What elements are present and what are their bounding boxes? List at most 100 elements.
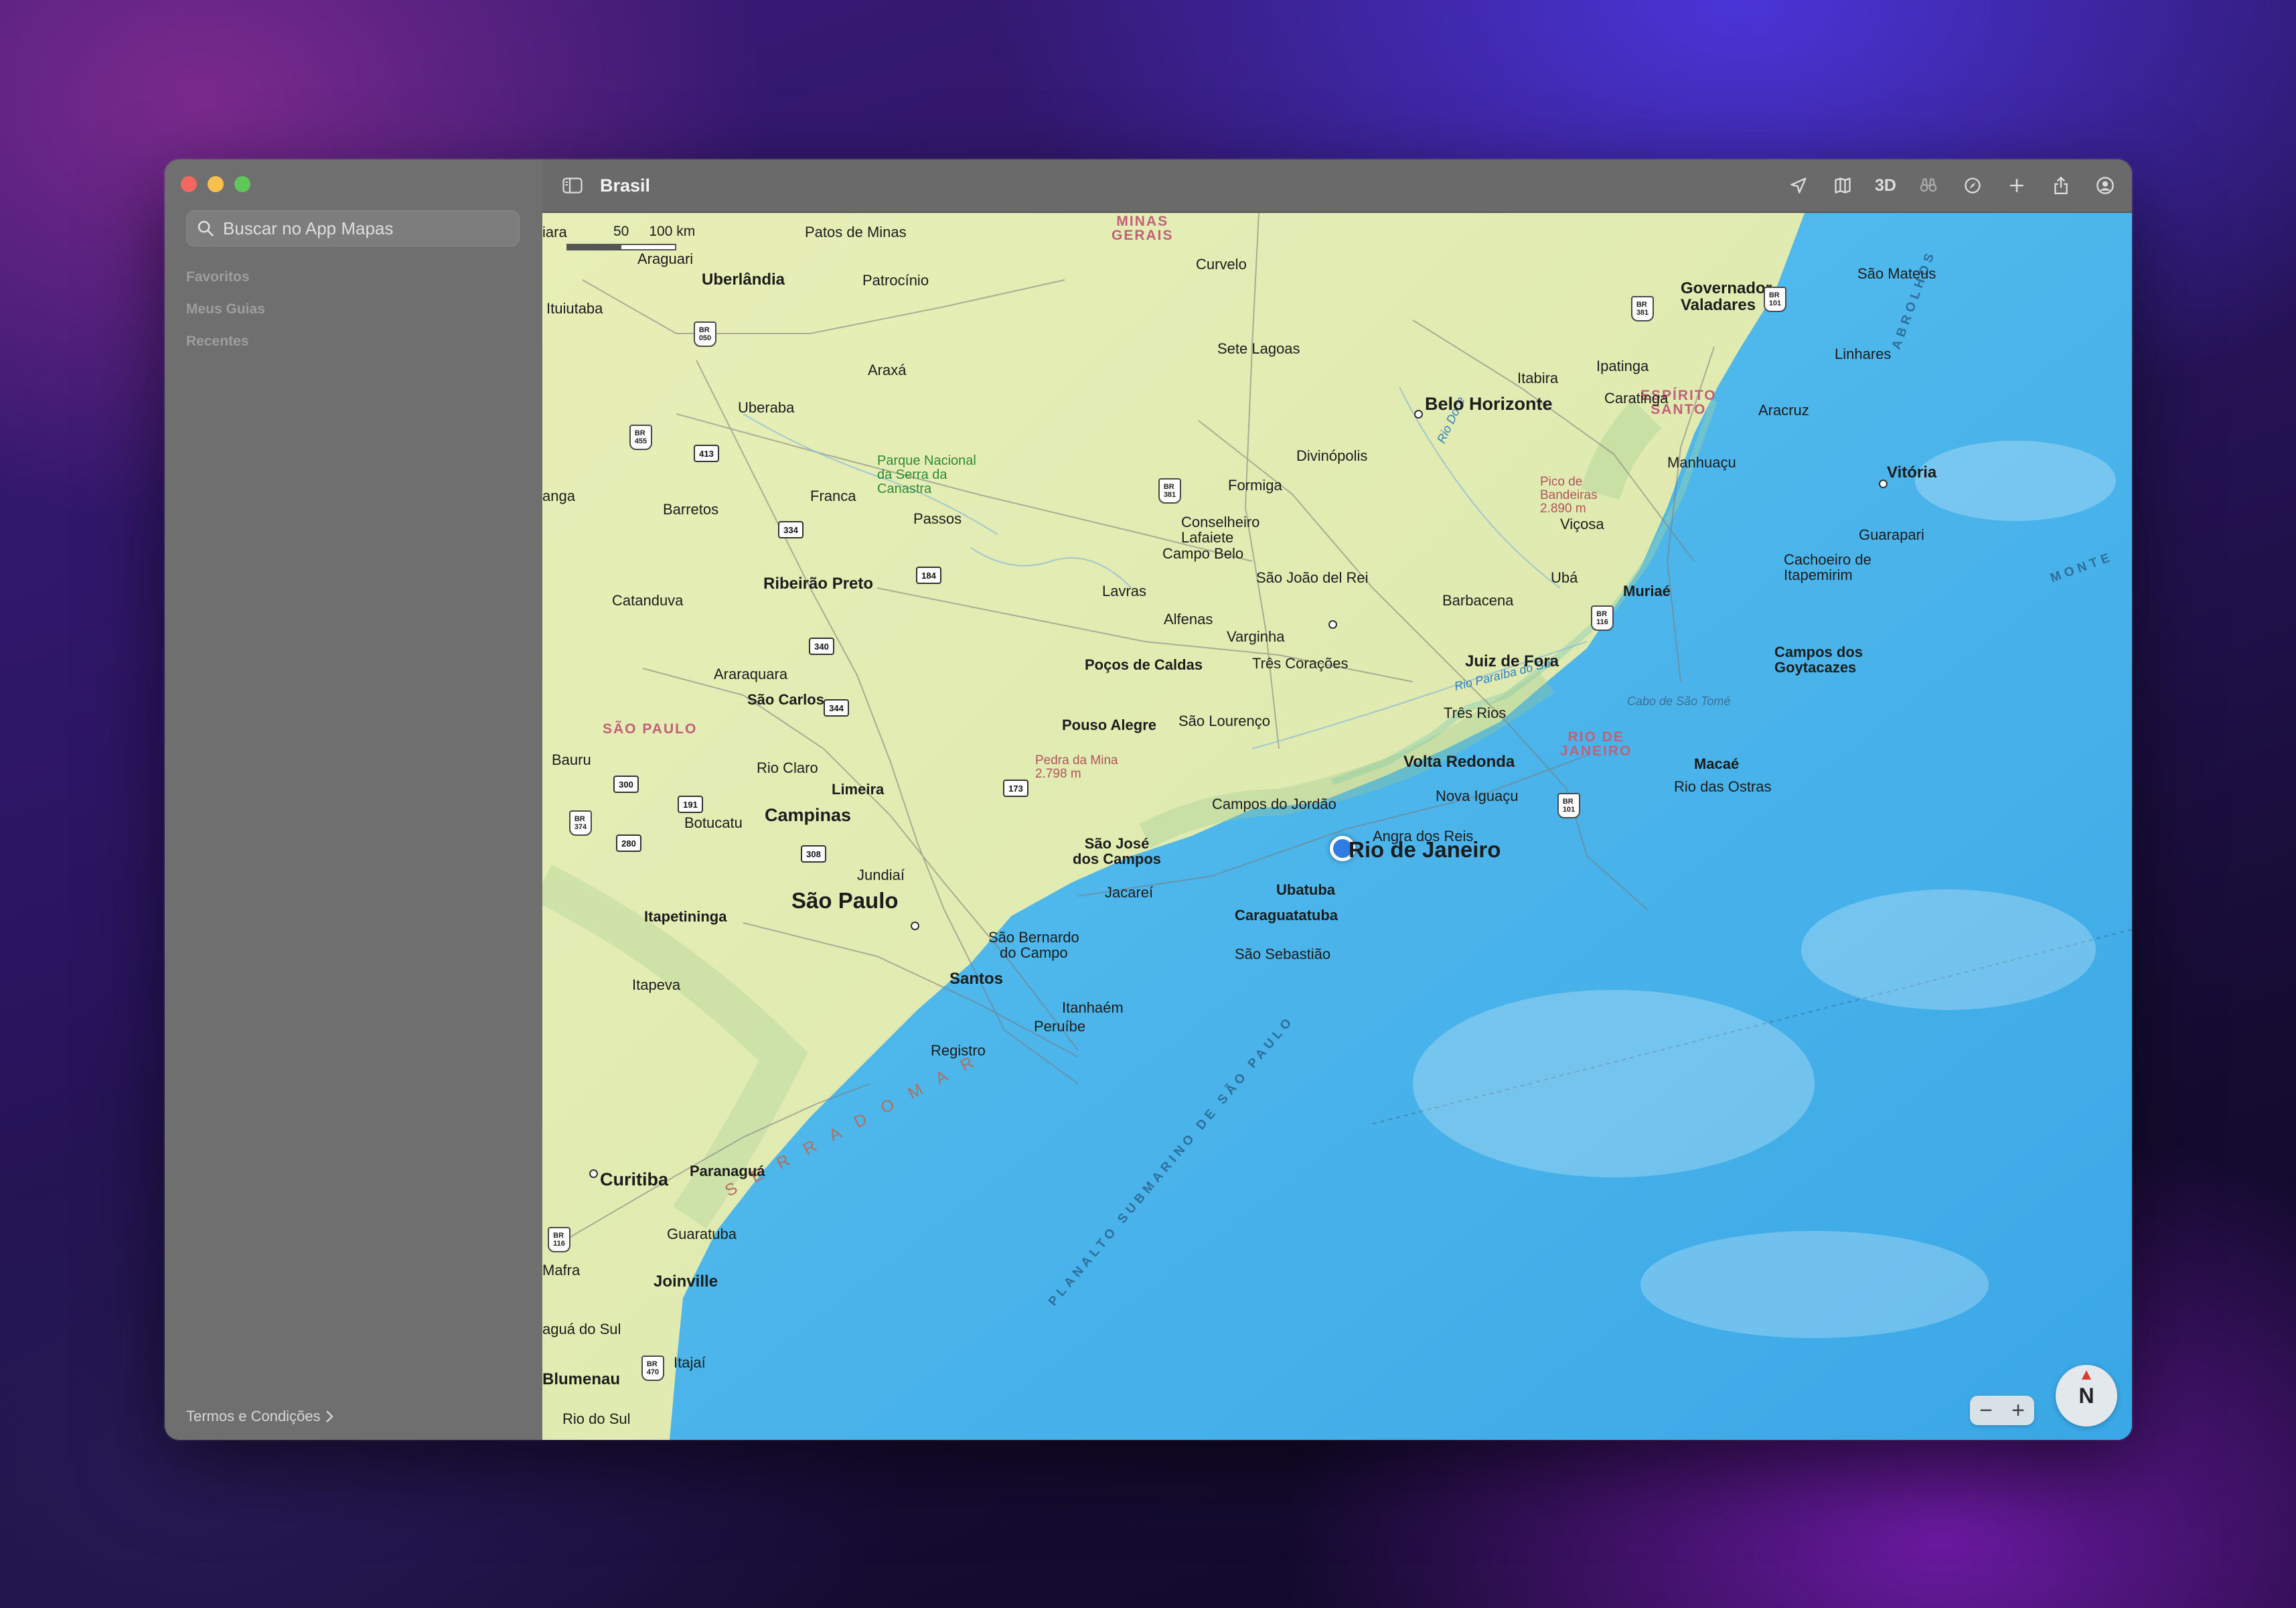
city-label-guarapari[interactable]: Guarapari — [1859, 528, 1924, 542]
city-label-araxa[interactable]: Araxá — [868, 363, 906, 378]
city-label-blumenau[interactable]: Blumenau — [542, 1372, 620, 1388]
city-label-alfenas[interactable]: Alfenas — [1164, 612, 1213, 627]
city-label-linhares[interactable]: Linhares — [1835, 347, 1891, 362]
city-label-barbacena[interactable]: Barbacena — [1442, 593, 1513, 608]
city-label-lafaiete[interactable]: Conselheiro Lafaiete — [1181, 514, 1259, 545]
city-label-sao-mateus[interactable]: São Mateus — [1857, 267, 1936, 281]
city-label-uberaba[interactable]: Uberaba — [738, 400, 794, 415]
city-label-sjdr[interactable]: São João del Rei — [1256, 571, 1369, 585]
city-label-ubatuba[interactable]: Ubatuba — [1276, 883, 1335, 897]
city-label-itajai[interactable]: Itajaí — [674, 1356, 706, 1370]
city-label-botucatu[interactable]: Botucatu — [684, 816, 743, 830]
city-label-tres-coracoes[interactable]: Três Corações — [1252, 656, 1348, 671]
city-label-sbc[interactable]: São Bernardo do Campo — [988, 930, 1079, 960]
share-button[interactable] — [2049, 173, 2073, 198]
look-around-button[interactable] — [1916, 173, 1940, 198]
city-label-uba[interactable]: Ubá — [1551, 571, 1578, 585]
map-view[interactable]: 50 100 km MINAS GERAIS SÃO PAULO ESPÍRIT… — [542, 213, 2132, 1440]
3d-button[interactable]: 3D — [1875, 173, 1896, 198]
city-label-sjc[interactable]: São José dos Campos — [1073, 836, 1161, 867]
city-label-manhuacu[interactable]: Manhuaçu — [1667, 455, 1736, 470]
tracking-button[interactable] — [1961, 173, 1985, 198]
terms-link[interactable]: Termos e Condições — [186, 1408, 334, 1425]
city-label-gov-valadares[interactable]: Governador Valadares — [1681, 280, 1772, 314]
city-label-guaratuba[interactable]: Guaratuba — [667, 1227, 737, 1242]
city-label-campinas[interactable]: Campinas — [765, 806, 851, 824]
city-label-belo-horizonte[interactable]: Belo Horizonte — [1425, 395, 1553, 413]
sidebar-toggle-button[interactable] — [561, 174, 584, 197]
account-button[interactable] — [2093, 173, 2117, 198]
city-label-jaragua[interactable]: aguá do Sul — [542, 1322, 621, 1337]
city-label-aracruz[interactable]: Aracruz — [1758, 403, 1809, 418]
city-label-angra[interactable]: Angra dos Reis — [1373, 829, 1473, 844]
city-label-juiz[interactable]: Juiz de Fora — [1465, 654, 1559, 670]
city-label-bauru[interactable]: Bauru — [552, 753, 591, 768]
city-label-joinville[interactable]: Joinville — [654, 1274, 718, 1290]
zoom-out-button[interactable]: − — [1979, 1398, 1993, 1424]
search-field[interactable] — [186, 210, 520, 246]
city-label-caraguatatuba[interactable]: Caraguatatuba — [1235, 908, 1338, 923]
location-arrow-button[interactable] — [1786, 173, 1811, 198]
city-label-muriae[interactable]: Muriaé — [1623, 584, 1671, 599]
city-label-divinopolis[interactable]: Divinópolis — [1296, 449, 1367, 463]
city-label-uberlandia[interactable]: Uberlândia — [702, 272, 785, 288]
city-label-catanduva[interactable]: Catanduva — [612, 593, 683, 608]
city-label-varginha[interactable]: Varginha — [1227, 630, 1284, 644]
city-label-itapetininga[interactable]: Itapetininga — [644, 909, 726, 924]
city-label-cachoeiro[interactable]: Cachoeiro de Itapemirim — [1784, 552, 1871, 583]
city-label-ribeirao[interactable]: Ribeirão Preto — [763, 576, 873, 592]
city-label-vicosa[interactable]: Viçosa — [1560, 517, 1604, 532]
sidebar-section-recents[interactable]: Recentes — [186, 334, 248, 350]
add-button[interactable] — [2005, 173, 2029, 198]
city-label-jundiai[interactable]: Jundiaí — [857, 868, 905, 883]
zoom-in-button[interactable]: + — [2011, 1398, 2025, 1424]
city-label-campos-jordao[interactable]: Campos do Jordão — [1212, 797, 1336, 812]
city-label-itabira[interactable]: Itabira — [1517, 371, 1558, 386]
city-label-lavras[interactable]: Lavras — [1102, 584, 1146, 599]
city-label-curitiba[interactable]: Curitiba — [600, 1171, 668, 1189]
close-window-button[interactable] — [181, 176, 197, 192]
minimize-window-button[interactable] — [208, 176, 224, 192]
city-label-ituiutaba[interactable]: Ituiutaba — [546, 301, 603, 316]
city-label-rio-do-sul[interactable]: Rio do Sul — [562, 1412, 631, 1427]
city-label-caratinga[interactable]: Caratinga — [1604, 391, 1668, 406]
city-label-rio-claro[interactable]: Rio Claro — [757, 761, 818, 776]
city-label-santos[interactable]: Santos — [949, 971, 1003, 987]
sidebar-section-guides[interactable]: Meus Guias — [186, 301, 265, 317]
city-label-mafra[interactable]: Mafra — [542, 1263, 580, 1278]
city-label-paranagua[interactable]: Paranaguá — [690, 1164, 765, 1179]
city-label-rio-ostras[interactable]: Rio das Ostras — [1674, 780, 1772, 794]
city-label-pouso-alegre[interactable]: Pouso Alegre — [1062, 718, 1156, 733]
city-label-jacarei[interactable]: Jacareí — [1105, 885, 1153, 900]
city-label-limeira[interactable]: Limeira — [832, 782, 884, 797]
city-label-anga[interactable]: anga — [542, 489, 575, 504]
city-label-patrocinio[interactable]: Patrocínio — [862, 273, 929, 288]
city-label-itanhaem[interactable]: Itanhaém — [1062, 1001, 1124, 1015]
city-label-iara[interactable]: iara — [542, 225, 567, 240]
city-label-campos[interactable]: Campos dos Goytacazes — [1774, 644, 1863, 675]
city-label-itapeva[interactable]: Itapeva — [632, 978, 680, 993]
city-label-tres-rios[interactable]: Três Rios — [1444, 706, 1506, 721]
city-label-patos[interactable]: Patos de Minas — [805, 225, 907, 240]
city-label-formiga[interactable]: Formiga — [1228, 478, 1282, 493]
city-label-sao-sebastiao[interactable]: São Sebastião — [1235, 947, 1330, 962]
sidebar-section-favorites[interactable]: Favoritos — [186, 269, 250, 285]
city-label-franca[interactable]: Franca — [810, 489, 856, 504]
city-label-macae[interactable]: Macaé — [1694, 757, 1739, 772]
city-label-nova-iguacu[interactable]: Nova Iguaçu — [1436, 789, 1519, 804]
city-label-barretos[interactable]: Barretos — [663, 502, 718, 517]
city-label-passos[interactable]: Passos — [913, 512, 962, 526]
city-label-sete-lagoas[interactable]: Sete Lagoas — [1217, 342, 1300, 356]
city-label-curvelo[interactable]: Curvelo — [1196, 257, 1247, 272]
compass-button[interactable]: N — [2056, 1365, 2117, 1427]
map-mode-button[interactable] — [1831, 173, 1855, 198]
city-label-peruibe[interactable]: Peruíbe — [1034, 1019, 1085, 1034]
city-label-araraquara[interactable]: Araraquara — [714, 667, 787, 682]
city-label-sao-paulo[interactable]: São Paulo — [791, 889, 899, 911]
city-label-ipatinga[interactable]: Ipatinga — [1596, 359, 1649, 374]
city-label-sao-carlos[interactable]: São Carlos — [747, 692, 824, 707]
search-input[interactable] — [222, 217, 519, 240]
city-label-volta-redonda[interactable]: Volta Redonda — [1403, 754, 1515, 770]
city-label-pocos[interactable]: Poços de Caldas — [1085, 658, 1203, 672]
city-label-vitoria[interactable]: Vitória — [1887, 465, 1936, 481]
